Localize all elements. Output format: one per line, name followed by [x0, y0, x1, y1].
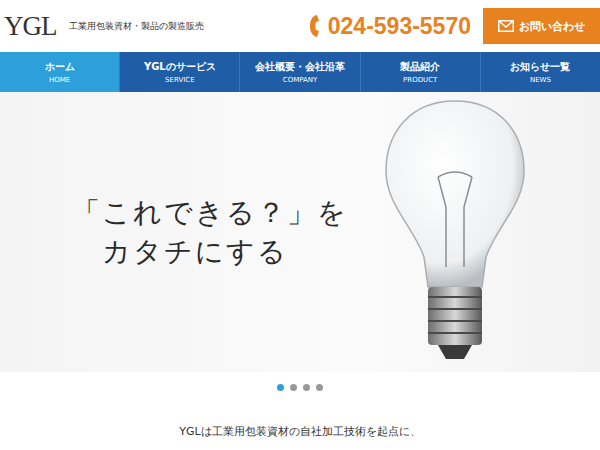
mail-icon: [498, 20, 514, 32]
slider-dot[interactable]: [316, 384, 323, 391]
hero-slide: 「これできる？」をカタチにする: [0, 92, 600, 372]
nav-item[interactable]: YGLのサービスSERVICE: [119, 52, 239, 92]
main-nav: ホームHOMEYGLのサービスSERVICE会社概要・会社沿革COMPANY製品…: [0, 52, 600, 92]
logo[interactable]: YGL: [4, 11, 57, 42]
tagline: 工業用包装資材・製品の製造販売: [69, 20, 204, 33]
slider-dot[interactable]: [290, 384, 297, 391]
slider-dot[interactable]: [303, 384, 310, 391]
page: YGL 工業用包装資材・製品の製造販売 024-593-5570 お問い合わせホームH…: [0, 0, 600, 450]
lightbulb-icon: [380, 97, 530, 367]
hero-headline: 「これできる？」をカタチにする: [72, 193, 348, 271]
nav-item[interactable]: ホームHOME: [0, 52, 119, 92]
site-header: YGL 工業用包装資材・製品の製造販売 024-593-5570 お問い合わせ: [0, 0, 600, 52]
nav-item[interactable]: お知らせ一覧NEWS: [480, 52, 600, 92]
slider-dots: [0, 372, 600, 402]
phone-icon: [308, 14, 322, 38]
nav-item[interactable]: 製品紹介PRODUCT: [360, 52, 480, 92]
intro-text: YGLは工業用包装資材の自社加工技術を起点に、: [0, 424, 600, 439]
slider-dot[interactable]: [277, 384, 284, 391]
brand: YGL 工業用包装資材・製品の製造販売: [0, 11, 308, 42]
contact-button[interactable]: お問い合わせ: [483, 8, 600, 44]
phone-number[interactable]: 024-593-5570: [308, 13, 471, 40]
nav-item[interactable]: 会社概要・会社沿革COMPANY: [239, 52, 359, 92]
